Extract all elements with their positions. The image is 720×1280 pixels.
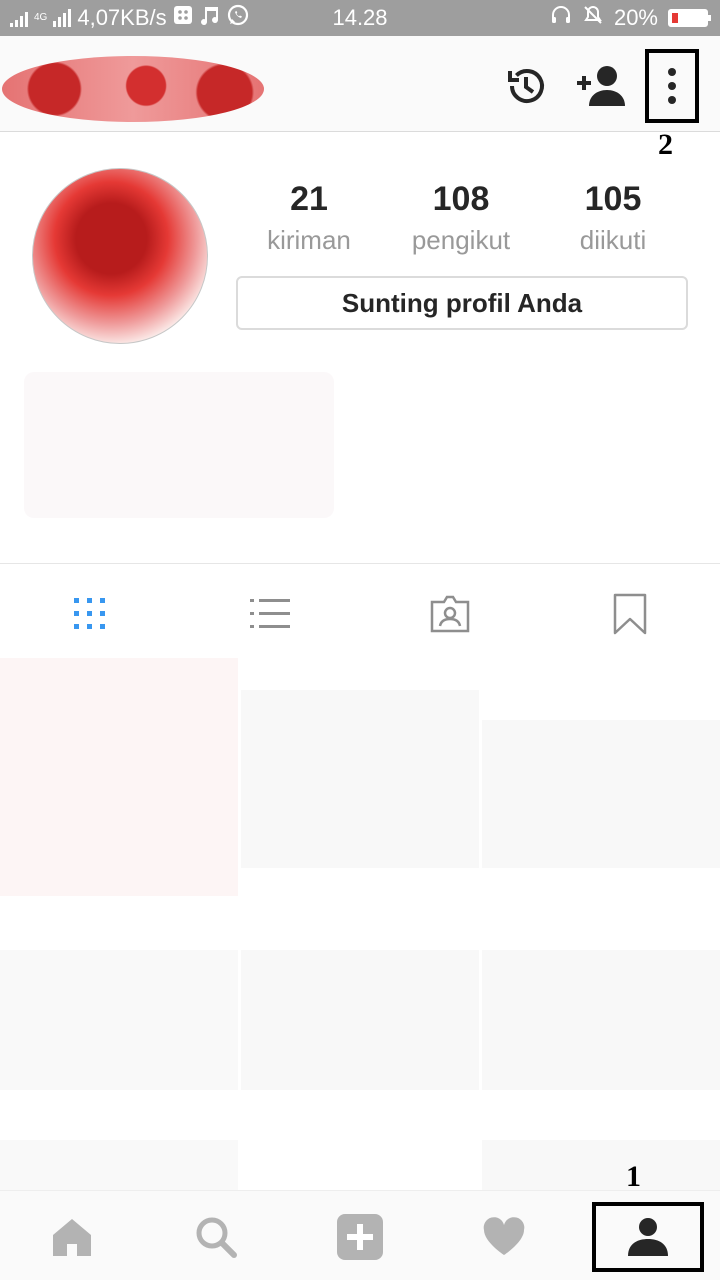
post-thumbnail[interactable] <box>0 1140 238 1190</box>
divider-top <box>0 563 720 564</box>
stat-posts: 21 kiriman <box>234 178 384 260</box>
add-person-icon[interactable] <box>576 60 628 112</box>
mute-icon <box>582 4 604 32</box>
stat-following-label: diikuti <box>579 225 647 255</box>
status-right: 20% <box>550 4 711 32</box>
home-icon[interactable] <box>42 1209 102 1265</box>
post-thumbnail[interactable] <box>482 950 720 1090</box>
post-thumbnail[interactable] <box>241 690 479 868</box>
post-thumbnail[interactable] <box>482 720 720 868</box>
tab-tagged-icon[interactable] <box>420 586 480 642</box>
stat-posts-label: kiriman <box>267 225 351 255</box>
history-icon[interactable] <box>500 60 552 112</box>
search-icon[interactable] <box>186 1209 246 1265</box>
battery-percent: 20% <box>613 5 658 30</box>
avatar[interactable] <box>32 168 208 344</box>
add-post-icon[interactable] <box>330 1209 390 1265</box>
post-thumbnail[interactable] <box>482 1140 720 1190</box>
stat-following-value: 105 <box>584 180 642 218</box>
post-thumbnail[interactable] <box>0 658 238 896</box>
stat-followers-label: pengikut <box>411 225 511 255</box>
edit-profile-button[interactable]: Sunting profil Anda <box>236 276 688 330</box>
headset-icon <box>550 4 572 32</box>
annotation-label-2: 2 <box>658 128 673 161</box>
activity-heart-icon[interactable] <box>474 1209 534 1265</box>
stat-followers[interactable]: 108 pengikut <box>386 178 536 260</box>
stat-following[interactable]: 105 diikuti <box>538 178 688 260</box>
tab-grid-icon[interactable] <box>60 586 120 642</box>
stat-posts-value: 21 <box>290 180 328 218</box>
battery-icon <box>668 9 711 27</box>
username-dropdown[interactable] <box>2 56 264 122</box>
annotation-box-2 <box>645 49 699 123</box>
post-thumbnail[interactable] <box>241 950 479 1090</box>
annotation-label-1: 1 <box>626 1160 641 1193</box>
bio-area <box>24 372 334 518</box>
tab-list-icon[interactable] <box>240 586 300 642</box>
battery-level <box>672 13 678 23</box>
annotation-box-1 <box>592 1202 704 1272</box>
post-thumbnail[interactable] <box>0 950 238 1090</box>
status-bar: 4G 4,07KB/s 14.28 20% <box>0 0 720 36</box>
tab-saved-icon[interactable] <box>600 586 660 642</box>
stat-followers-value: 108 <box>432 180 490 218</box>
profile-header <box>0 36 720 132</box>
